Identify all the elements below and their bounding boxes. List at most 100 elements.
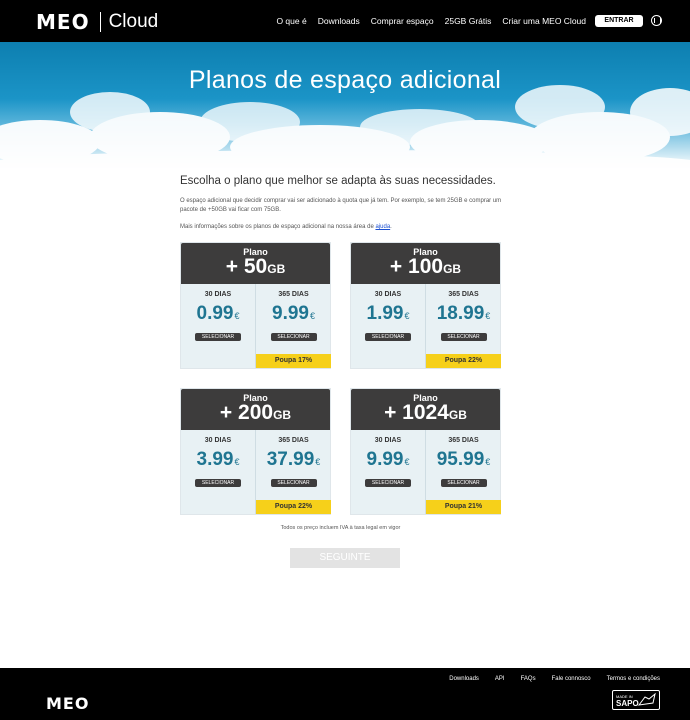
- main-nav: O que é Downloads Comprar espaço 25GB Gr…: [276, 16, 586, 26]
- select-button[interactable]: SELECIONAR: [195, 479, 241, 487]
- select-button[interactable]: SELECIONAR: [365, 479, 411, 487]
- plan-option-monthly: 30 DIAS 1.99€ SELECIONAR: [351, 284, 426, 368]
- sapo-frog-icon: [637, 693, 656, 706]
- select-button[interactable]: SELECIONAR: [440, 479, 487, 487]
- footer-meo-logo[interactable]: MEO: [46, 694, 89, 713]
- nav-link-downloads[interactable]: Downloads: [318, 16, 360, 26]
- plan-price: 37.99€: [256, 449, 331, 471]
- footer-link-terms[interactable]: Termos e condições: [607, 676, 660, 682]
- vat-note: Todos os preço incluem IVA à taxa legal …: [280, 525, 401, 531]
- nav-link-comprar-espaco[interactable]: Comprar espaço: [371, 16, 434, 26]
- badge-big-text: SAPO: [616, 699, 639, 708]
- plan-option-monthly: 30 DIAS 0.99€ SELECIONAR: [181, 284, 256, 368]
- circle-menu-icon[interactable]: [651, 15, 662, 26]
- intro-paragraph: O espaço adicional que decidir comprar v…: [180, 198, 502, 213]
- select-button[interactable]: SELECIONAR: [195, 333, 241, 341]
- plan-card-header: Plano + 200GB: [181, 389, 330, 430]
- plan-period: 365 DIAS: [448, 291, 479, 298]
- plan-amount-unit: GB: [448, 408, 467, 422]
- price-currency: €: [485, 311, 491, 321]
- price-currency: €: [234, 311, 240, 321]
- hero-banner: Planos de espaço adicional: [0, 42, 690, 168]
- plan-period: 365 DIAS: [448, 437, 479, 444]
- footer-link-downloads[interactable]: Downloads: [449, 676, 479, 682]
- plan-card-100gb: Plano + 100GB 30 DIAS 1.99€ SELECIONAR 3…: [350, 242, 501, 369]
- plan-price: 9.99€: [256, 303, 331, 325]
- plan-amount: + 50GB: [181, 255, 330, 279]
- page-title: Planos de espaço adicional: [188, 66, 502, 94]
- plan-option-yearly: 365 DIAS 37.99€ SELECIONAR Poupa 22%: [256, 430, 331, 514]
- price-currency: €: [485, 457, 491, 467]
- price-currency: €: [404, 457, 410, 467]
- nav-link-criar-conta[interactable]: Criar uma MEO Cloud: [502, 16, 586, 26]
- meo-logo-text: MEO: [36, 10, 90, 34]
- plan-option-yearly: 365 DIAS 95.99€ SELECIONAR Poupa 21%: [426, 430, 501, 514]
- price-currency: €: [404, 311, 410, 321]
- plan-amount-unit: GB: [267, 262, 286, 276]
- savings-badge: Poupa 21%: [426, 500, 501, 514]
- select-button[interactable]: SELECIONAR: [365, 333, 411, 341]
- plan-price: 95.99€: [426, 449, 501, 471]
- footer-link-api[interactable]: API: [495, 676, 505, 682]
- plan-amount-value: + 200: [219, 401, 274, 424]
- price-currency: €: [234, 457, 240, 467]
- next-button[interactable]: SEGUINTE: [290, 548, 400, 568]
- select-button[interactable]: SELECIONAR: [440, 333, 487, 341]
- plan-card-50gb: Plano + 50GB 30 DIAS 0.99€ SELECIONAR 36…: [180, 242, 331, 369]
- plan-card-header: Plano + 100GB: [351, 243, 500, 284]
- select-button[interactable]: SELECIONAR: [270, 333, 317, 341]
- intro-headline: Escolha o plano que melhor se adapta às …: [180, 175, 496, 187]
- plan-period: 30 DIAS: [374, 291, 402, 298]
- clouds-illustration: [0, 85, 690, 168]
- plan-option-monthly: 30 DIAS 9.99€ SELECIONAR: [351, 430, 426, 514]
- plan-period: 30 DIAS: [204, 291, 232, 298]
- footer: Downloads API FAQs Fale connosco Termos …: [0, 668, 690, 720]
- plans-grid: Plano + 50GB 30 DIAS 0.99€ SELECIONAR 36…: [180, 242, 501, 517]
- plan-price: 1.99€: [351, 303, 425, 325]
- price-value: 18.99: [436, 303, 485, 324]
- plan-amount: + 100GB: [351, 255, 500, 279]
- plan-option-yearly: 365 DIAS 9.99€ SELECIONAR Poupa 17%: [256, 284, 331, 368]
- plan-card-header: Plano + 50GB: [181, 243, 330, 284]
- price-value: 9.99: [366, 449, 404, 470]
- help-link[interactable]: ajuda: [375, 224, 390, 230]
- nav-link-o-que-e[interactable]: O que é: [276, 16, 306, 26]
- more-info-line: Mais informações sobre os planos de espa…: [180, 223, 510, 232]
- more-info-text: Mais informações sobre os planos de espa…: [180, 224, 374, 230]
- plan-price: 0.99€: [181, 303, 255, 325]
- plan-amount-value: + 100: [389, 255, 444, 278]
- plan-card-1024gb: Plano + 1024GB 30 DIAS 9.99€ SELECIONAR …: [350, 388, 501, 515]
- plan-price: 9.99€: [351, 449, 425, 471]
- plan-amount-value: + 1024: [384, 401, 449, 424]
- savings-badge: Poupa 17%: [256, 354, 331, 368]
- plan-period: 30 DIAS: [204, 437, 232, 444]
- plan-amount-value: + 50: [225, 255, 268, 278]
- meo-cloud-logo[interactable]: MEO Cloud: [36, 10, 158, 34]
- footer-link-faqs[interactable]: FAQs: [521, 676, 536, 682]
- nav-link-25gb-gratis[interactable]: 25GB Grátis: [445, 16, 492, 26]
- login-button[interactable]: ENTRAR: [595, 15, 643, 27]
- plan-price: 3.99€: [181, 449, 255, 471]
- price-currency: €: [309, 311, 315, 321]
- plan-period: 365 DIAS: [278, 291, 309, 298]
- price-value: 1.99: [366, 303, 404, 324]
- plan-card-header: Plano + 1024GB: [351, 389, 500, 430]
- plan-amount-unit: GB: [273, 408, 292, 422]
- logo-divider: [99, 12, 101, 32]
- made-in-sapo-badge[interactable]: MADE IN SAPO: [612, 690, 660, 710]
- footer-link-contact[interactable]: Fale connosco: [552, 676, 591, 682]
- price-currency: €: [315, 457, 321, 467]
- plan-option-yearly: 365 DIAS 18.99€ SELECIONAR Poupa 22%: [426, 284, 501, 368]
- more-info-suffix: .: [390, 224, 392, 230]
- price-value: 9.99: [272, 303, 309, 324]
- footer-links: Downloads API FAQs Fale connosco Termos …: [449, 676, 660, 682]
- top-bar: MEO Cloud O que é Downloads Comprar espa…: [0, 0, 690, 42]
- plan-period: 365 DIAS: [278, 437, 309, 444]
- plan-amount: + 1024GB: [351, 401, 500, 425]
- plan-period: 30 DIAS: [374, 437, 402, 444]
- price-value: 37.99: [266, 449, 315, 470]
- select-button[interactable]: SELECIONAR: [270, 479, 317, 487]
- cloud-logo-text: Cloud: [108, 11, 159, 32]
- price-value: 0.99: [196, 303, 234, 324]
- intro-section: Escolha o plano que melhor se adapta às …: [180, 175, 510, 240]
